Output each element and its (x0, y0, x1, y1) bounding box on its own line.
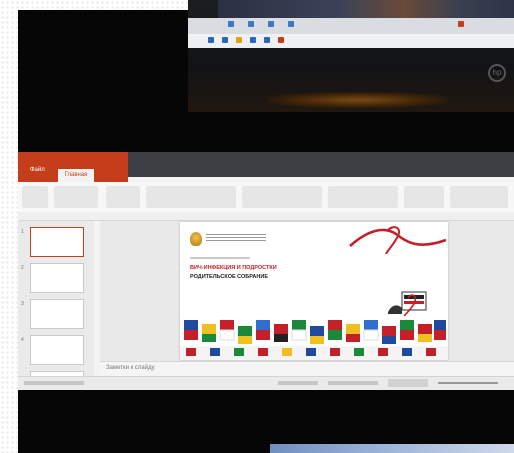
flags-banner (180, 318, 448, 360)
notes-button[interactable] (278, 381, 318, 385)
blue-thumbnail-edge (270, 444, 514, 453)
paste-button[interactable] (22, 186, 48, 208)
stop-aids-logo-icon (388, 291, 427, 316)
comments-button[interactable] (328, 381, 378, 385)
slide-thumbnails-pane: 1 2 3 4 (18, 221, 94, 390)
font-group[interactable] (146, 186, 236, 208)
ribbon (18, 182, 514, 213)
red-ribbon-icon (349, 226, 447, 254)
slide-thumbnail[interactable] (30, 263, 84, 293)
tab-home[interactable]: Главная (58, 169, 94, 182)
taskbar-icon[interactable] (264, 37, 270, 43)
paragraph-group[interactable] (242, 186, 322, 208)
slide-title: ВИЧ-ИНФЕКЦИЯ И ПОДРОСТКИ (190, 265, 277, 271)
organization-name (206, 234, 266, 242)
arrange-button[interactable] (404, 186, 444, 208)
view-buttons[interactable] (388, 379, 428, 387)
notes-pane[interactable]: Заметки к слайду (100, 361, 514, 377)
slide-subtitle: РОДИТЕЛЬСКОЕ СОБРАНИЕ (190, 274, 268, 280)
slide-thumbnail[interactable] (30, 299, 84, 329)
app-icon[interactable] (268, 21, 274, 27)
new-slide-button[interactable] (106, 186, 140, 208)
drawing-group[interactable] (328, 186, 398, 208)
notes-placeholder: Заметки к слайду (106, 365, 155, 371)
slide-thumbnail[interactable] (30, 227, 84, 257)
slide-thumbnail[interactable] (30, 335, 84, 365)
app-icon[interactable] (288, 21, 294, 27)
notification-icon[interactable] (458, 21, 464, 27)
taskbar-icon[interactable] (222, 37, 228, 43)
powerpoint-taskbar-icon[interactable] (278, 37, 284, 43)
hp-logo-icon: hp (488, 64, 506, 82)
editing-group[interactable] (450, 186, 508, 208)
slide-caption (190, 256, 250, 261)
laptop-window-toolbar (188, 18, 514, 34)
ribbon-group-labels (18, 212, 514, 221)
status-bar (18, 376, 514, 390)
coat-of-arms-icon (190, 232, 202, 246)
app-icon[interactable] (228, 21, 234, 27)
slide-number: 2 (21, 265, 24, 271)
video-call-strip (218, 0, 514, 18)
folder-icon[interactable] (236, 37, 242, 43)
taskbar-icon[interactable] (208, 37, 214, 43)
laptop-taskbar (188, 34, 514, 48)
slide-counter (24, 381, 84, 385)
browser-icon[interactable] (250, 37, 256, 43)
powerpoint-window: Файл Главная 1 2 3 4 ВИЧ-ИНФЕКЦИЯ И ПОДР… (18, 152, 514, 390)
slide-number: 3 (21, 301, 24, 307)
slides-group[interactable] (54, 186, 98, 208)
app-icon[interactable] (248, 21, 254, 27)
slide-number: 1 (21, 229, 24, 235)
keyboard-backlight (268, 92, 448, 108)
slide-number: 4 (21, 337, 24, 343)
current-slide[interactable]: ВИЧ-ИНФЕКЦИЯ И ПОДРОСТКИ РОДИТЕЛЬСКОЕ СО… (180, 222, 448, 360)
zoom-slider[interactable] (438, 382, 498, 384)
file-tab[interactable]: Файл (30, 167, 45, 173)
laptop-screen: hp (188, 0, 514, 112)
